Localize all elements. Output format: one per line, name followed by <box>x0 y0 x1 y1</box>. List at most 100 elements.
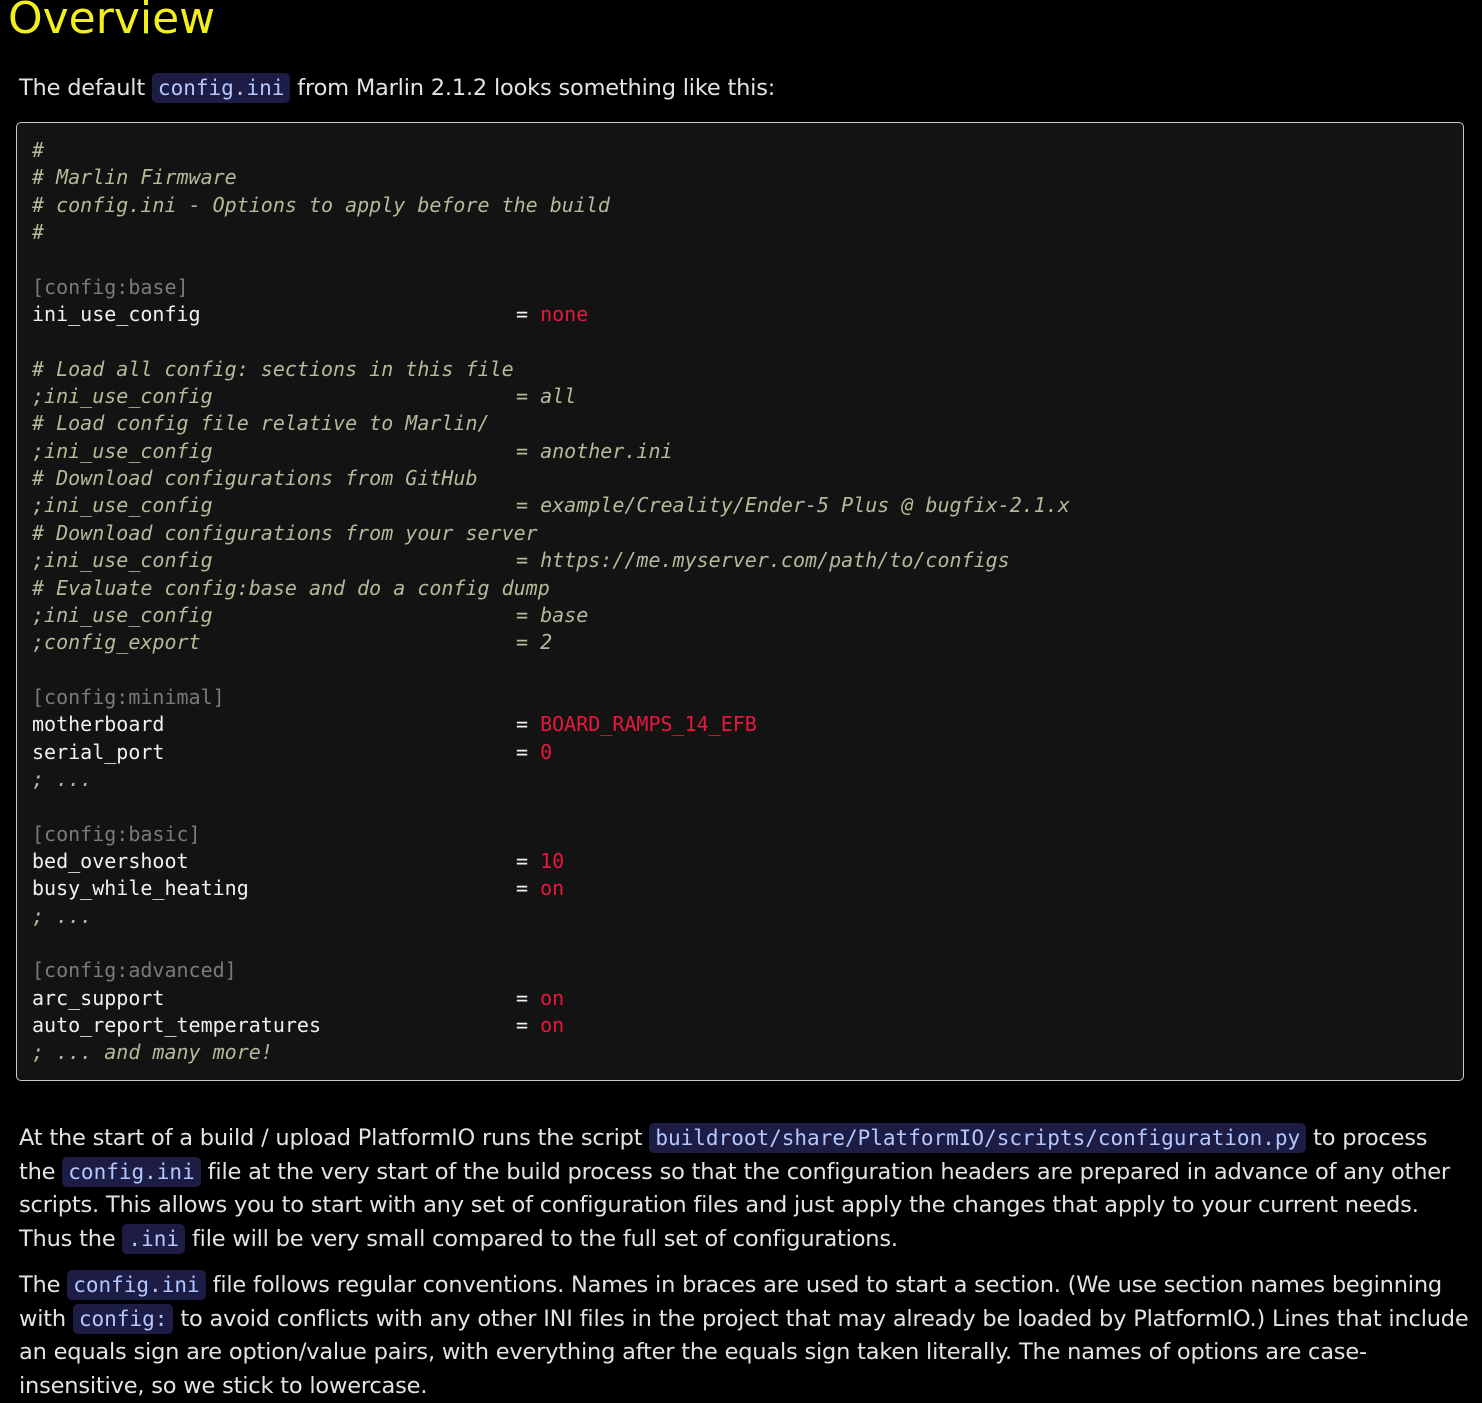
code-option-key: bed_overshoot <box>32 848 189 873</box>
code-comment: # Marlin Firmware <box>32 165 237 190</box>
code-line: ; ... <box>32 766 610 793</box>
code-value-column: = none <box>516 301 588 328</box>
code-equals: = <box>516 302 541 327</box>
code-option-value: 10 <box>540 848 565 873</box>
code-line: # Load all config: sections in this file <box>32 356 610 383</box>
code-line: ;ini_use_config = https://me.myserver.com… <box>32 547 1010 574</box>
code-section-header: [config:advanced] <box>32 958 237 983</box>
code-commented-value: example/Creality/Ender-5 Plus @ bugfix-2… <box>540 493 1070 518</box>
code-comment: ; ... and many more! <box>32 1040 273 1065</box>
inline-code-config-ini: config.ini <box>67 1270 206 1300</box>
code-comment: # Load config file relative to Marlin/ <box>32 411 490 436</box>
code-comment: ; ... <box>32 766 93 791</box>
code-line: [config:basic] <box>32 821 610 848</box>
code-equals: = <box>516 548 541 573</box>
page-title: Overview <box>8 0 216 44</box>
code-line: [config:minimal] <box>32 684 610 711</box>
code-line: arc_support = on <box>32 985 610 1012</box>
code-option-value: on <box>540 985 565 1010</box>
code-equals: = <box>516 985 541 1010</box>
code-line: ; ... <box>32 903 610 930</box>
code-option-value: BOARD_RAMPS_14_EFB <box>540 712 757 737</box>
code-section-header: [config:base] <box>32 274 189 299</box>
code-comment: # config.ini - Options to apply before t… <box>32 192 610 217</box>
inline-code-config-ini: config.ini <box>62 1156 201 1187</box>
code-line: ;ini_use_config = another.ini <box>32 438 673 465</box>
code-option-value: none <box>540 302 589 327</box>
code-comment: # Evaluate config:base and do a config d… <box>32 575 550 600</box>
page: Overview The default config.ini from Mar… <box>0 0 1482 1399</box>
code-value-column: = all <box>516 383 576 410</box>
code-line: motherboard = BOARD_RAMPS_14_EFB <box>32 711 757 738</box>
code-line: [config:base] <box>32 274 610 301</box>
code-equals: = <box>516 438 541 463</box>
intro-paragraph: The default config.ini from Marlin 2.1.2… <box>19 72 1469 106</box>
code-equals: = <box>516 712 541 737</box>
inline-code-script-path: buildroot/share/PlatformIO/scripts/confi… <box>649 1123 1307 1153</box>
code-value-column: = 2 <box>516 629 552 656</box>
code-line: ;ini_use_config = all <box>32 383 610 410</box>
code-option-key: ini_use_config <box>32 302 201 327</box>
code-value-column: = on <box>516 875 564 902</box>
code-equals: = <box>516 630 541 655</box>
code-block[interactable]: # # Marlin Firmware # config.ini - Options… <box>16 122 1464 1081</box>
code-line: # <box>32 137 610 164</box>
code-value-column: = example/Creality/Ender-5 Plus @ bugfix… <box>516 492 1070 519</box>
code-option-key: auto_report_temperatures <box>32 1013 321 1037</box>
code-commented-value: https://me.myserver.com/path/to/configs <box>540 548 1010 573</box>
code-comment: # <box>32 138 45 162</box>
code-section-header: [config:basic] <box>32 821 201 846</box>
code-option-key: motherboard <box>32 712 165 737</box>
code-line: auto_report_temperatures = on <box>32 1012 610 1039</box>
para1-text-4: file will be very small compared to the … <box>185 1225 898 1252</box>
code-equals: = <box>516 1013 541 1037</box>
code-lines: # # Marlin Firmware # config.ini - Options… <box>32 137 1070 1067</box>
code-value-column: = BOARD_RAMPS_14_EFB <box>516 711 757 738</box>
code-equals: = <box>516 493 541 518</box>
code-commented-key: ;ini_use_config <box>32 493 213 518</box>
code-line: [config:advanced] <box>32 957 610 984</box>
code-equals: = <box>516 848 541 873</box>
inline-code-ini-ext: .ini <box>122 1223 185 1254</box>
code-commented-value: another.ini <box>540 438 673 463</box>
code-commented-key: ;ini_use_config <box>32 548 213 573</box>
code-line: ;config_export = 2 <box>32 629 610 656</box>
code-value-column: = on <box>516 1012 564 1039</box>
code-commented-key: ;ini_use_config <box>32 438 213 463</box>
para1-text-1: At the start of a build / upload Platfor… <box>19 1125 650 1151</box>
code-line: ;ini_use_config = base <box>32 602 610 629</box>
para2-text-1: The <box>19 1272 68 1298</box>
code-value-column: = 0 <box>516 739 552 766</box>
code-line: # Load config file relative to Marlin/ <box>32 410 610 437</box>
code-option-value: on <box>540 876 565 901</box>
code-section-header: [config:minimal] <box>32 684 225 709</box>
code-commented-value: all <box>540 384 577 409</box>
code-line: ;ini_use_config = example/Creality/Ender-… <box>32 492 1070 519</box>
intro-text-after: from Marlin 2.1.2 looks something like t… <box>290 75 776 101</box>
code-commented-key: ;ini_use_config <box>32 384 213 409</box>
code-equals: = <box>516 384 541 409</box>
code-value-column: = https://me.myserver.com/path/to/config… <box>516 547 1010 574</box>
code-option-value: on <box>540 1013 565 1037</box>
code-commented-key: ;config_export <box>32 630 201 655</box>
code-commented-key: ;ini_use_config <box>32 602 213 627</box>
para2-text-3: to avoid conflicts with any other INI fi… <box>19 1305 1469 1399</box>
code-line: # Download configurations from GitHub <box>32 465 610 492</box>
code-commented-value: base <box>540 602 589 627</box>
code-equals: = <box>516 602 541 627</box>
code-value-column: = on <box>516 985 564 1012</box>
code-comment: # Download configurations from your serv… <box>32 520 538 545</box>
code-line: bed_overshoot = 10 <box>32 848 610 875</box>
code-line: # config.ini - Options to apply before t… <box>32 192 610 219</box>
paragraph-conventions: The config.ini file follows regular conv… <box>19 1269 1469 1403</box>
code-line: ; ... and many more! <box>32 1039 610 1066</box>
code-value-column: = another.ini <box>516 438 673 465</box>
code-line: # <box>32 219 610 246</box>
code-option-key: serial_port <box>32 739 165 764</box>
inline-code-config-ini: config.ini <box>151 73 291 103</box>
